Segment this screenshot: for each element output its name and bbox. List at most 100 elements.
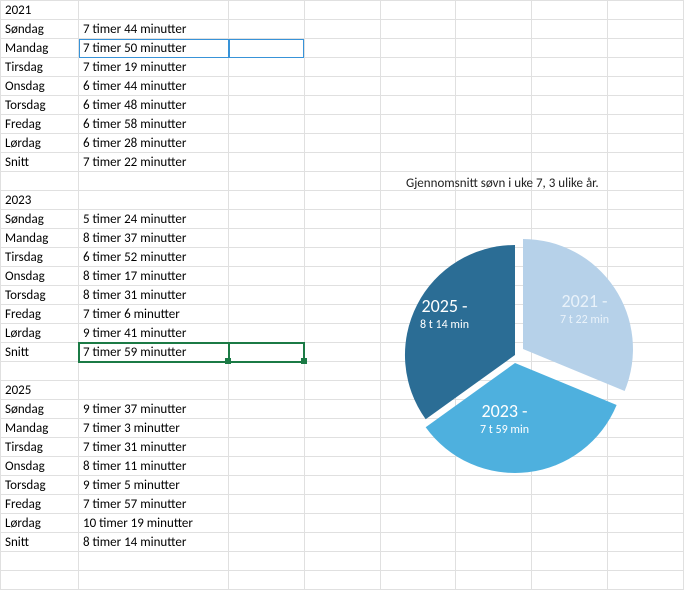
cell[interactable] — [380, 115, 456, 134]
cell[interactable] — [229, 381, 305, 400]
cell[interactable] — [380, 153, 456, 172]
cell[interactable] — [608, 495, 684, 514]
cell[interactable] — [608, 115, 684, 134]
day-cell[interactable]: Snitt — [1, 343, 79, 362]
cell[interactable] — [532, 20, 608, 39]
day-cell[interactable]: Fredag — [1, 115, 79, 134]
cell[interactable] — [380, 571, 456, 590]
cell[interactable] — [532, 39, 608, 58]
cell[interactable] — [79, 1, 229, 20]
cell[interactable] — [79, 552, 229, 571]
cell[interactable] — [229, 39, 305, 58]
cell[interactable] — [456, 153, 532, 172]
day-cell[interactable]: Torsdag — [1, 96, 79, 115]
cell[interactable] — [608, 153, 684, 172]
cell[interactable] — [229, 210, 305, 229]
cell[interactable] — [229, 77, 305, 96]
cell[interactable] — [304, 362, 380, 381]
cell[interactable] — [304, 419, 380, 438]
cell[interactable] — [304, 571, 380, 590]
cell[interactable] — [304, 134, 380, 153]
cell[interactable] — [229, 1, 305, 20]
cell[interactable] — [456, 77, 532, 96]
cell[interactable] — [304, 476, 380, 495]
cell[interactable] — [304, 58, 380, 77]
dur-cell[interactable]: 7 timer 44 minutter — [79, 20, 229, 39]
cell[interactable] — [456, 39, 532, 58]
cell[interactable] — [456, 533, 532, 552]
dur-cell[interactable]: 7 timer 31 minutter — [79, 438, 229, 457]
pie-chart[interactable] — [380, 220, 650, 490]
cell[interactable] — [456, 514, 532, 533]
cell[interactable] — [304, 191, 380, 210]
cell[interactable] — [380, 552, 456, 571]
cell[interactable] — [304, 210, 380, 229]
cell[interactable] — [456, 1, 532, 20]
cell[interactable] — [304, 457, 380, 476]
day-cell[interactable]: Tirsdag — [1, 438, 79, 457]
cell[interactable] — [229, 533, 305, 552]
cell[interactable] — [380, 495, 456, 514]
cell[interactable] — [79, 191, 229, 210]
cell[interactable] — [608, 58, 684, 77]
cell[interactable] — [229, 476, 305, 495]
cell[interactable] — [229, 419, 305, 438]
dur-cell[interactable]: 6 timer 52 minutter — [79, 248, 229, 267]
cell[interactable] — [229, 172, 305, 191]
day-cell[interactable]: Lørdag — [1, 514, 79, 533]
day-cell[interactable]: Onsdag — [1, 77, 79, 96]
cell[interactable] — [229, 58, 305, 77]
cell[interactable] — [532, 115, 608, 134]
cell[interactable] — [380, 134, 456, 153]
cell[interactable] — [532, 495, 608, 514]
cell[interactable] — [532, 77, 608, 96]
cell[interactable] — [229, 362, 305, 381]
dur-cell[interactable]: 6 timer 58 minutter — [79, 115, 229, 134]
cell[interactable] — [304, 552, 380, 571]
cell[interactable] — [380, 533, 456, 552]
cell[interactable] — [532, 1, 608, 20]
year-header-2021[interactable]: 2021 — [1, 1, 79, 20]
cell[interactable] — [79, 571, 229, 590]
cell[interactable] — [229, 400, 305, 419]
cell[interactable] — [229, 571, 305, 590]
day-cell[interactable]: Onsdag — [1, 267, 79, 286]
cell[interactable] — [229, 134, 305, 153]
day-cell[interactable]: Mandag — [1, 419, 79, 438]
cell[interactable] — [608, 571, 684, 590]
dur-cell[interactable]: 7 timer 19 minutter — [79, 58, 229, 77]
cell[interactable] — [229, 324, 305, 343]
cell[interactable] — [1, 552, 79, 571]
cell[interactable] — [304, 400, 380, 419]
cell[interactable] — [79, 362, 229, 381]
cell[interactable] — [229, 495, 305, 514]
selected-cell[interactable]: 7 timer 59 minutter — [79, 343, 229, 362]
dur-cell[interactable]: 6 timer 28 minutter — [79, 134, 229, 153]
cell[interactable] — [608, 552, 684, 571]
cell[interactable] — [532, 96, 608, 115]
cell[interactable] — [304, 495, 380, 514]
dur-cell[interactable]: 9 timer 37 minutter — [79, 400, 229, 419]
cell[interactable] — [229, 343, 305, 362]
cell[interactable] — [304, 172, 380, 191]
cell[interactable] — [456, 552, 532, 571]
cell[interactable] — [380, 1, 456, 20]
cell[interactable] — [229, 305, 305, 324]
cell[interactable] — [456, 20, 532, 39]
cell[interactable] — [380, 96, 456, 115]
cell[interactable] — [79, 381, 229, 400]
cell[interactable] — [229, 96, 305, 115]
cell[interactable] — [304, 514, 380, 533]
dur-cell[interactable]: 7 timer 50 minutter — [79, 39, 229, 58]
dur-cell[interactable]: 9 timer 41 minutter — [79, 324, 229, 343]
cell[interactable] — [229, 248, 305, 267]
dur-cell[interactable]: 7 timer 6 minutter — [79, 305, 229, 324]
day-cell[interactable]: Søndag — [1, 400, 79, 419]
cell[interactable] — [532, 153, 608, 172]
cell[interactable] — [229, 153, 305, 172]
cell[interactable] — [456, 58, 532, 77]
day-cell[interactable]: Lørdag — [1, 324, 79, 343]
day-cell[interactable]: Torsdag — [1, 476, 79, 495]
cell[interactable] — [229, 267, 305, 286]
cell[interactable] — [304, 77, 380, 96]
